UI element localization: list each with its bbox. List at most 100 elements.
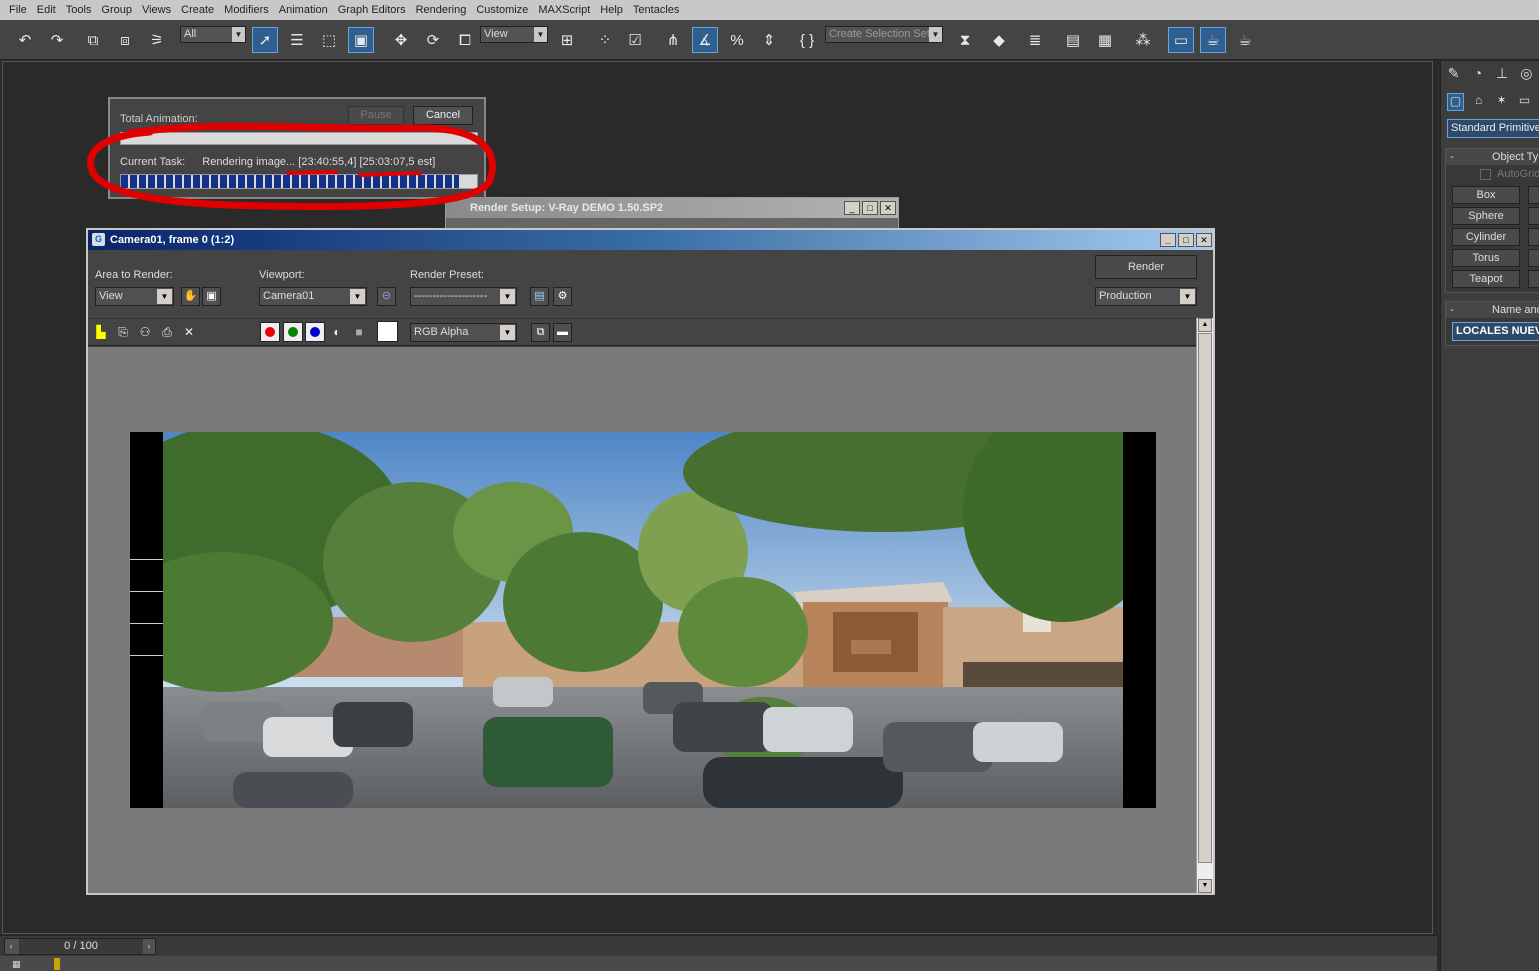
scale-icon[interactable]: ⧠ xyxy=(452,27,478,53)
render-setup-icon[interactable]: ▭ xyxy=(1168,27,1194,53)
copy-image-icon[interactable]: ⎘ xyxy=(114,323,132,341)
pivot-icon[interactable]: ⊞ xyxy=(554,27,580,53)
minimize-icon[interactable]: _ xyxy=(844,201,860,215)
toggle-overlay-icon[interactable]: ▬ xyxy=(553,323,572,342)
reference-coordinate-dropdown[interactable]: View ▼ xyxy=(480,26,548,43)
move-icon[interactable]: ✥ xyxy=(388,27,414,53)
maximize-icon[interactable]: □ xyxy=(862,201,878,215)
layers-icon[interactable]: ≣ xyxy=(1022,27,1048,53)
render-mode-dropdown[interactable]: Production ▼ xyxy=(1095,287,1197,306)
menu-animation[interactable]: Animation xyxy=(274,0,333,20)
redo-icon[interactable]: ↷ xyxy=(44,27,70,53)
cameras-icon[interactable]: ▭ xyxy=(1516,93,1533,111)
select-icon[interactable]: ➚ xyxy=(252,27,278,53)
menu-help[interactable]: Help xyxy=(595,0,628,20)
cancel-button[interactable]: Cancel xyxy=(413,106,473,125)
quick-render-icon[interactable]: ☕ xyxy=(1232,27,1258,53)
frame-readout[interactable]: 0 / 100 xyxy=(19,939,143,954)
selection-filter-dropdown[interactable]: All ▼ xyxy=(180,26,246,43)
mirror-icon[interactable]: ⧗ xyxy=(952,27,978,53)
menu-graph-editors[interactable]: Graph Editors xyxy=(333,0,411,20)
menu-tools[interactable]: Tools xyxy=(61,0,97,20)
percent-snap-icon[interactable]: % xyxy=(724,27,750,53)
torus-button[interactable]: Torus xyxy=(1452,249,1520,267)
snap-icon[interactable]: ⋔ xyxy=(660,27,686,53)
object-name-input[interactable]: LOCALES NUEV xyxy=(1452,322,1539,341)
render-button[interactable]: Render xyxy=(1095,255,1197,279)
rollout-header[interactable]: - Name and xyxy=(1446,302,1539,318)
menu-customize[interactable]: Customize xyxy=(471,0,533,20)
toggle-ui-icon[interactable]: ⧉ xyxy=(531,323,550,342)
side-button[interactable] xyxy=(1528,186,1539,204)
pause-button[interactable]: Pause xyxy=(348,106,404,125)
align-icon[interactable]: ◆ xyxy=(986,27,1012,53)
close-icon[interactable]: ✕ xyxy=(1196,233,1212,247)
edit-region-icon[interactable]: ✋ xyxy=(181,287,200,306)
maximize-icon[interactable]: □ xyxy=(1178,233,1194,247)
menu-views[interactable]: Views xyxy=(137,0,176,20)
clear-icon[interactable]: ✕ xyxy=(180,323,198,341)
clone-frame-icon[interactable]: ⚇ xyxy=(136,323,154,341)
menu-group[interactable]: Group xyxy=(96,0,137,20)
blue-channel-toggle[interactable] xyxy=(305,322,325,342)
schematic-icon[interactable]: ▦ xyxy=(1092,27,1118,53)
rollout-header[interactable]: - Object Ty xyxy=(1446,149,1539,165)
save-image-icon[interactable]: ▙ xyxy=(92,323,110,341)
spinner-snap-icon[interactable]: ⇕ xyxy=(756,27,782,53)
geometry-icon[interactable]: ▢ xyxy=(1447,93,1465,111)
teapot-button[interactable]: Teapot xyxy=(1452,270,1520,288)
side-button[interactable] xyxy=(1528,207,1539,225)
menu-maxscript[interactable]: MAXScript xyxy=(533,0,595,20)
key-filter-icon[interactable]: ▦ xyxy=(12,959,28,970)
scroll-up-icon[interactable]: ▲ xyxy=(1198,318,1212,332)
autogrid-checkbox[interactable]: AutoGrid xyxy=(1446,165,1539,183)
render-setup-icon[interactable]: ▤ xyxy=(530,287,549,306)
sphere-button[interactable]: Sphere xyxy=(1452,207,1520,225)
side-button[interactable] xyxy=(1528,228,1539,246)
frame-window-titlebar[interactable]: G Camera01, frame 0 (1:2) _ □ ✕ xyxy=(88,230,1213,250)
environment-icon[interactable]: ⚙ xyxy=(553,287,572,306)
chevron-right-icon[interactable]: › xyxy=(143,939,155,954)
render-canvas[interactable] xyxy=(88,347,1196,893)
scroll-thumb[interactable] xyxy=(1198,333,1212,863)
close-icon[interactable]: ✕ xyxy=(880,201,896,215)
track-bar[interactable]: ▦ xyxy=(0,956,1437,971)
mono-toggle-icon[interactable]: ■ xyxy=(350,323,368,341)
scroll-down-icon[interactable]: ▼ xyxy=(1198,879,1212,893)
side-button[interactable] xyxy=(1528,249,1539,267)
menu-file[interactable]: File xyxy=(4,0,32,20)
primitive-type-dropdown[interactable]: Standard Primitives xyxy=(1447,119,1539,138)
undo-icon[interactable]: ↶ xyxy=(12,27,38,53)
viewport-dropdown[interactable]: Camera01 ▼ xyxy=(259,287,367,306)
hierarchy-tab-icon[interactable]: ⊥ xyxy=(1494,65,1511,85)
link-icon[interactable]: ⧉ xyxy=(80,27,106,53)
cylinder-button[interactable]: Cylinder xyxy=(1452,228,1520,246)
create-tab-icon[interactable]: ✎ xyxy=(1445,65,1462,85)
menu-edit[interactable]: Edit xyxy=(32,0,61,20)
render-setup-window[interactable]: Render Setup: V-Ray DEMO 1.50.SP2 _ □ ✕ xyxy=(445,197,899,229)
modify-tab-icon[interactable]: ◔ xyxy=(1469,65,1486,85)
bind-icon[interactable]: ⚞ xyxy=(144,27,170,53)
green-channel-toggle[interactable] xyxy=(283,322,303,342)
material-editor-icon[interactable]: ⁂ xyxy=(1130,27,1156,53)
lock-icon[interactable]: ⊝ xyxy=(377,287,396,306)
display-channel-dropdown[interactable]: RGB Alpha ▼ xyxy=(410,323,517,342)
rendered-frame-icon[interactable]: ☕ xyxy=(1200,27,1226,53)
menu-tentacles[interactable]: Tentacles xyxy=(628,0,684,20)
rect-region-icon[interactable]: ⬚ xyxy=(316,27,342,53)
named-selection-dropdown[interactable]: Create Selection Set ▼ xyxy=(825,26,943,43)
window-crossing-icon[interactable]: ▣ xyxy=(348,27,374,53)
area-to-render-dropdown[interactable]: View ▼ xyxy=(95,287,174,306)
side-button[interactable] xyxy=(1528,270,1539,288)
edit-named-sets-icon[interactable]: { } xyxy=(794,27,820,53)
print-icon[interactable]: ⎙ xyxy=(158,323,176,341)
menu-rendering[interactable]: Rendering xyxy=(411,0,472,20)
shapes-icon[interactable]: ⌂ xyxy=(1470,93,1487,111)
angle-snap-icon[interactable]: ∡ xyxy=(692,27,718,53)
red-channel-toggle[interactable] xyxy=(260,322,280,342)
chevron-left-icon[interactable]: ‹ xyxy=(5,939,17,954)
lights-icon[interactable]: ✶ xyxy=(1493,93,1510,111)
select-by-name-icon[interactable]: ☰ xyxy=(284,27,310,53)
menu-create[interactable]: Create xyxy=(176,0,219,20)
time-slider[interactable]: ‹ 0 / 100 › xyxy=(4,938,156,955)
